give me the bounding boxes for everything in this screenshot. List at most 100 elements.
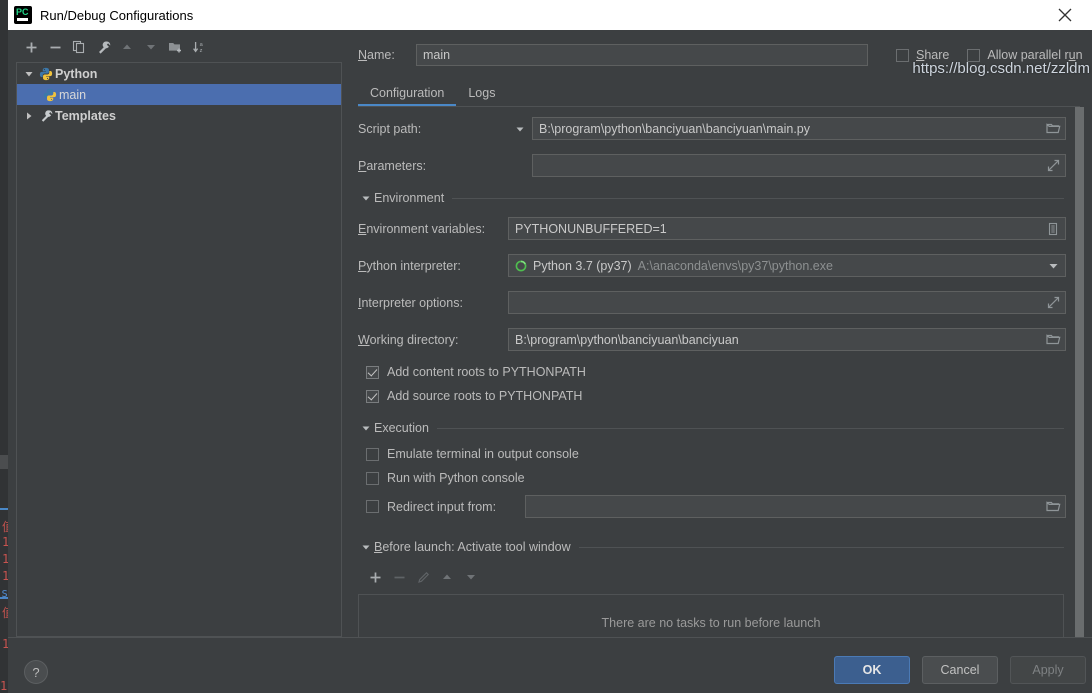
name-row-options: Share Allow parallel run [896,48,1083,62]
before-launch-section-header[interactable]: Before launch: Activate tool window [358,540,1064,554]
help-button[interactable]: ? [24,660,48,684]
script-path-browse-folder-icon[interactable] [1042,122,1064,135]
script-path-row: Script path: B:\program\python\banciyuan… [358,117,1064,140]
tree-group-python-label: Python [55,67,97,81]
environment-section-title: Environment [374,191,444,205]
pycharm-logo-icon: PC [14,6,32,24]
working-directory-label: Working directory: [358,333,508,347]
dialog-content: a z [8,30,1092,637]
environment-variables-label: Environment variables: [358,222,508,236]
allow-parallel-run-checkbox[interactable]: Allow parallel run [967,48,1082,62]
tree-item-main[interactable]: main [17,84,341,105]
before-launch-section-line [579,547,1064,548]
name-input[interactable]: main [416,44,868,66]
execution-chevron-down-icon[interactable] [358,423,374,433]
python-icon [37,67,55,81]
chevron-right-icon[interactable] [21,111,37,121]
emulate-terminal-checkbox[interactable]: Emulate terminal in output console [366,447,1064,461]
run-with-python-console-checkbox-box[interactable] [366,472,379,485]
dialog-titlebar: PC Run/Debug Configurations [8,0,1092,30]
environment-section-line [452,198,1064,199]
execution-section-line [437,428,1064,429]
task-move-up-button[interactable] [436,566,458,588]
configuration-form-panel: Name: main Share Allow parallel run [342,30,1092,637]
python-interpreter-chevron-down-icon[interactable] [1042,260,1064,271]
script-path-label: Script path: [358,122,508,136]
working-directory-input[interactable]: B:\program\python\banciyuan\banciyuan [508,328,1066,351]
configurations-tree[interactable]: Python main [16,62,342,637]
wrench-icon[interactable] [92,36,114,58]
tree-group-templates-label: Templates [55,109,116,123]
emulate-terminal-checkbox-box[interactable] [366,448,379,461]
interpreter-options-input[interactable] [508,291,1066,314]
close-icon[interactable] [1052,2,1078,28]
tab-configuration[interactable]: Configuration [358,82,456,106]
copy-configuration-button[interactable] [68,36,90,58]
environment-chevron-down-icon[interactable] [358,193,374,203]
dialog-body: a z [8,30,1092,693]
screen: 值 1 1 1 s 值 1 12:52 [scrapy.statscollect… [0,0,1092,693]
configuration-tabs: Configuration Logs [358,76,1092,106]
tree-group-python[interactable]: Python [17,63,341,84]
sort-az-icon[interactable]: a z [188,36,210,58]
tree-group-templates[interactable]: Templates [17,105,341,126]
configuration-form: Script path: B:\program\python\banciyuan… [358,107,1092,637]
ok-button[interactable]: OK [834,656,910,684]
python-interpreter-value: Python 3.7 (py37) [533,259,632,273]
script-path-input[interactable]: B:\program\python\banciyuan\banciyuan\ma… [532,117,1066,140]
remove-configuration-button[interactable] [44,36,66,58]
allow-parallel-run-checkbox-box[interactable] [967,49,980,62]
redirect-input-label: Redirect input from: [387,500,517,514]
add-source-roots-checkbox[interactable]: Add source roots to PYTHONPATH [366,389,1064,403]
add-content-roots-label: Add content roots to PYTHONPATH [387,365,586,379]
python-interpreter-row: Python interpreter: Pyth [358,254,1064,277]
working-directory-row: Working directory: B:\program\python\ban… [358,328,1064,351]
execution-section-header[interactable]: Execution [358,421,1064,435]
parameters-expand-icon[interactable] [1042,159,1064,172]
configurations-panel: a z [8,30,342,637]
before-launch-chevron-down-icon[interactable] [358,542,374,552]
name-label: Name: [358,48,416,62]
share-checkbox-box[interactable] [896,49,909,62]
arrow-down-icon[interactable] [140,36,162,58]
add-task-button[interactable] [364,566,386,588]
arrow-up-icon[interactable] [116,36,138,58]
execution-section-title: Execution [374,421,429,435]
environment-section-header[interactable]: Environment [358,191,1064,205]
python-icon [41,88,59,102]
edit-task-pencil-icon[interactable] [412,566,434,588]
redirect-input-field[interactable] [525,495,1066,518]
share-checkbox[interactable]: Share [896,48,949,62]
tree-item-main-label: main [59,88,86,102]
redirect-input-checkbox-box[interactable] [366,500,379,513]
run-with-python-console-checkbox[interactable]: Run with Python console [366,471,1064,485]
redirect-input-browse-folder-icon[interactable] [1042,500,1064,513]
svg-text:z: z [199,48,202,54]
chevron-down-icon[interactable] [21,69,37,79]
script-path-mode-chevron-down-icon[interactable] [508,124,532,134]
parameters-input[interactable] [532,154,1066,177]
before-launch-task-list[interactable]: There are no tasks to run before launch [358,594,1064,637]
environment-variables-input[interactable]: PYTHONUNBUFFERED=1 [508,217,1066,240]
add-content-roots-checkbox[interactable]: Add content roots to PYTHONPATH [366,365,1064,379]
interpreter-options-expand-icon[interactable] [1042,296,1064,309]
wrench-icon [37,109,55,123]
before-launch-toolbar [364,566,1064,588]
working-directory-browse-folder-icon[interactable] [1042,333,1064,346]
python-interpreter-select[interactable]: Python 3.7 (py37) A:\anaconda\envs\py37\… [508,254,1066,277]
python-interpreter-label: Python interpreter: [358,259,508,273]
form-vertical-scrollbar[interactable] [1075,107,1084,637]
cancel-button[interactable]: Cancel [922,656,998,684]
task-move-down-button[interactable] [460,566,482,588]
tab-logs[interactable]: Logs [456,82,507,106]
add-source-roots-label: Add source roots to PYTHONPATH [387,389,582,403]
environment-variables-edit-list-icon[interactable] [1042,222,1064,236]
add-content-roots-checkbox-box[interactable] [366,366,379,379]
add-configuration-button[interactable] [20,36,42,58]
folder-add-icon[interactable] [164,36,186,58]
dialog-title: Run/Debug Configurations [40,8,193,23]
before-launch-empty-text: There are no tasks to run before launch [602,616,821,630]
add-source-roots-checkbox-box[interactable] [366,390,379,403]
remove-task-button[interactable] [388,566,410,588]
allow-parallel-run-label: Allow parallel run [987,48,1082,62]
